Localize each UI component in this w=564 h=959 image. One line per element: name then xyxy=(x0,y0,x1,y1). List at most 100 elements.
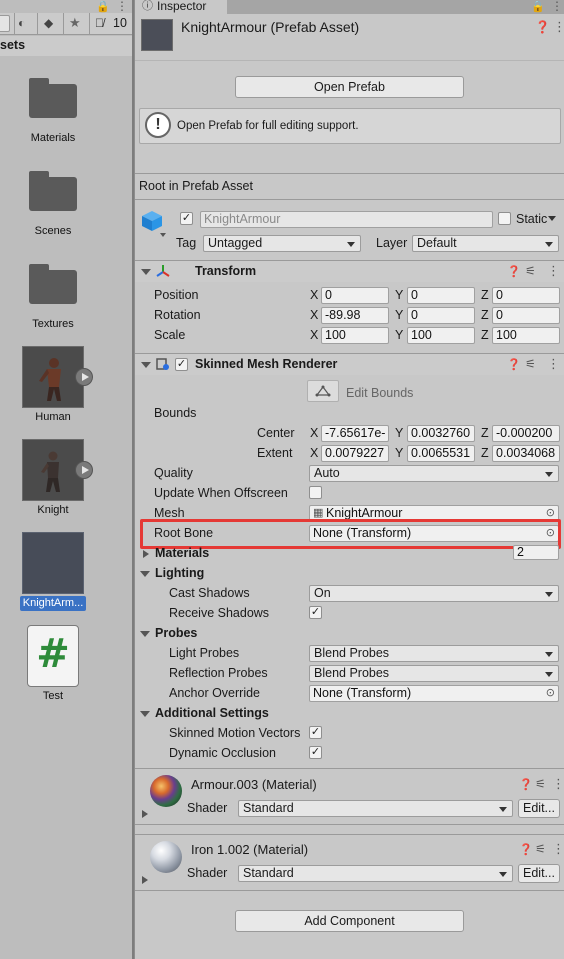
folder-icon[interactable] xyxy=(29,171,77,211)
expand-play-icon[interactable] xyxy=(75,368,93,386)
position-x-field[interactable]: 0 xyxy=(321,287,389,304)
static-label[interactable]: Static xyxy=(516,212,547,226)
filter-by-type-icon[interactable]: ◐ xyxy=(18,16,25,30)
favorites-star-icon[interactable]: ★ xyxy=(69,15,81,31)
center-y-field[interactable]: 0.0032760 xyxy=(407,425,475,442)
motion-vectors-checkbox[interactable]: ✓ xyxy=(309,726,322,739)
cast-shadows-dropdown[interactable]: On xyxy=(309,585,559,602)
foldout-arrow-icon[interactable] xyxy=(141,362,151,368)
scale-z-field[interactable]: 100 xyxy=(492,327,560,344)
extent-y-field[interactable]: 0.0065531 xyxy=(407,445,475,462)
context-menu-icon[interactable]: ⋮ xyxy=(552,776,564,792)
materials-label[interactable]: Materials xyxy=(155,546,209,560)
asset-label-materials[interactable]: Materials xyxy=(0,132,106,144)
rotation-z-field[interactable]: 0 xyxy=(492,307,560,324)
asset-label-textures[interactable]: Textures xyxy=(0,318,106,330)
asset-label-scenes[interactable]: Scenes xyxy=(0,225,106,237)
center-z-field[interactable]: -0.000200 xyxy=(492,425,560,442)
rotation-y-field[interactable]: 0 xyxy=(407,307,475,324)
foldout-arrow-icon[interactable] xyxy=(141,269,151,275)
position-y-field[interactable]: 0 xyxy=(407,287,475,304)
receive-shadows-checkbox[interactable]: ✓ xyxy=(309,606,322,619)
skinned-mesh-renderer-header[interactable]: ✓ Skinned Mesh Renderer ❓ ⚟ ⋮ xyxy=(135,353,564,375)
shader-dropdown[interactable]: Standard xyxy=(238,800,513,817)
position-z-field[interactable]: 0 xyxy=(492,287,560,304)
object-picker-icon[interactable]: ⊙ xyxy=(546,686,555,701)
extent-z-field[interactable]: 0.0034068 xyxy=(492,445,560,462)
context-menu-icon[interactable]: ⋮ xyxy=(547,356,560,372)
presets-sliders-icon[interactable]: ⚟ xyxy=(525,264,536,278)
center-x-field[interactable]: -7.65617e- xyxy=(321,425,389,442)
menu-kebab-icon[interactable]: ⋮ xyxy=(116,0,128,13)
object-name-field[interactable]: KnightArmour xyxy=(200,211,493,228)
foldout-arrow-icon[interactable] xyxy=(140,571,150,577)
foldout-arrow-icon[interactable] xyxy=(143,550,149,558)
tag-dropdown[interactable]: Untagged xyxy=(203,235,361,252)
add-component-button[interactable]: Add Component xyxy=(235,910,464,932)
folder-icon[interactable] xyxy=(29,78,77,118)
asset-label-test[interactable]: Test xyxy=(0,690,106,702)
csharp-script-icon[interactable]: # xyxy=(27,625,79,687)
help-icon[interactable]: ❓ xyxy=(519,843,533,856)
asset-label-knightarmour[interactable]: KnightArm... xyxy=(20,596,86,611)
breadcrumb-assets[interactable]: sets xyxy=(0,38,25,52)
layer-dropdown[interactable]: Default xyxy=(412,235,559,252)
foldout-arrow-icon[interactable] xyxy=(142,876,148,884)
anchor-override-object-field[interactable]: None (Transform) ⊙ xyxy=(309,685,559,702)
presets-sliders-icon[interactable]: ⚟ xyxy=(535,842,546,856)
hidden-packages-eye-icon[interactable]: 👁̸ xyxy=(95,16,104,30)
update-offscreen-checkbox[interactable] xyxy=(309,486,322,499)
material-sphere-preview xyxy=(150,775,182,807)
icon-picker-caret[interactable] xyxy=(160,233,166,237)
foldout-arrow-icon[interactable] xyxy=(140,631,150,637)
folder-icon[interactable] xyxy=(29,264,77,304)
expand-play-icon[interactable] xyxy=(75,461,93,479)
asset-label-knight[interactable]: Knight xyxy=(0,504,106,516)
help-icon[interactable]: ❓ xyxy=(519,778,533,791)
dynamic-occlusion-checkbox[interactable]: ✓ xyxy=(309,746,322,759)
knightarmour-prefab-thumbnail[interactable] xyxy=(22,532,84,594)
info-icon: ! xyxy=(145,112,171,138)
asset-label-human[interactable]: Human xyxy=(0,411,106,423)
help-icon[interactable]: ❓ xyxy=(535,20,550,34)
materials-count-field[interactable]: 2 xyxy=(513,545,559,560)
search-field[interactable] xyxy=(0,15,10,32)
foldout-arrow-icon[interactable] xyxy=(142,810,148,818)
scale-x-field[interactable]: 100 xyxy=(321,327,389,344)
static-dropdown-caret[interactable] xyxy=(548,216,556,221)
rotation-x-field[interactable]: -89.98 xyxy=(321,307,389,324)
reflection-probes-dropdown[interactable]: Blend Probes xyxy=(309,665,559,682)
transform-header[interactable]: Transform ❓ ⚟ ⋮ xyxy=(135,260,564,282)
smr-enabled-checkbox[interactable]: ✓ xyxy=(175,358,188,371)
filter-by-label-icon[interactable]: ◆ xyxy=(44,16,53,30)
scale-y-field[interactable]: 100 xyxy=(407,327,475,344)
tab-inspector[interactable]: ⓘ Inspector xyxy=(135,0,227,14)
edit-bounds-toggle[interactable] xyxy=(307,380,339,402)
position-label: Position xyxy=(154,288,199,302)
context-menu-icon[interactable]: ⋮ xyxy=(553,19,564,35)
lighting-label[interactable]: Lighting xyxy=(155,566,204,580)
additional-settings-label[interactable]: Additional Settings xyxy=(155,706,269,720)
edit-shader-button[interactable]: Edit... xyxy=(518,799,560,818)
help-icon[interactable]: ❓ xyxy=(507,358,521,371)
lock-icon[interactable]: 🔒 xyxy=(96,0,110,13)
smr-title: Skinned Mesh Renderer xyxy=(195,357,338,371)
static-checkbox[interactable] xyxy=(498,212,511,225)
shader-dropdown[interactable]: Standard xyxy=(238,865,513,882)
shader-label: Shader xyxy=(187,801,228,815)
open-prefab-button[interactable]: Open Prefab xyxy=(235,76,464,98)
presets-sliders-icon[interactable]: ⚟ xyxy=(525,357,536,371)
probes-label[interactable]: Probes xyxy=(155,626,197,640)
active-checkbox[interactable]: ✓ xyxy=(180,212,193,225)
help-icon[interactable]: ❓ xyxy=(507,265,521,278)
context-menu-icon[interactable]: ⋮ xyxy=(547,263,560,279)
edit-shader-button[interactable]: Edit... xyxy=(518,864,560,883)
context-menu-icon[interactable]: ⋮ xyxy=(552,841,564,857)
extent-x-field[interactable]: 0.0079227 xyxy=(321,445,389,462)
light-probes-dropdown[interactable]: Blend Probes xyxy=(309,645,559,662)
lock-icon[interactable]: 🔒 xyxy=(531,0,545,13)
quality-dropdown[interactable]: Auto xyxy=(309,465,559,482)
foldout-arrow-icon[interactable] xyxy=(140,711,150,717)
menu-kebab-icon[interactable]: ⋮ xyxy=(551,0,563,13)
presets-sliders-icon[interactable]: ⚟ xyxy=(535,777,546,791)
